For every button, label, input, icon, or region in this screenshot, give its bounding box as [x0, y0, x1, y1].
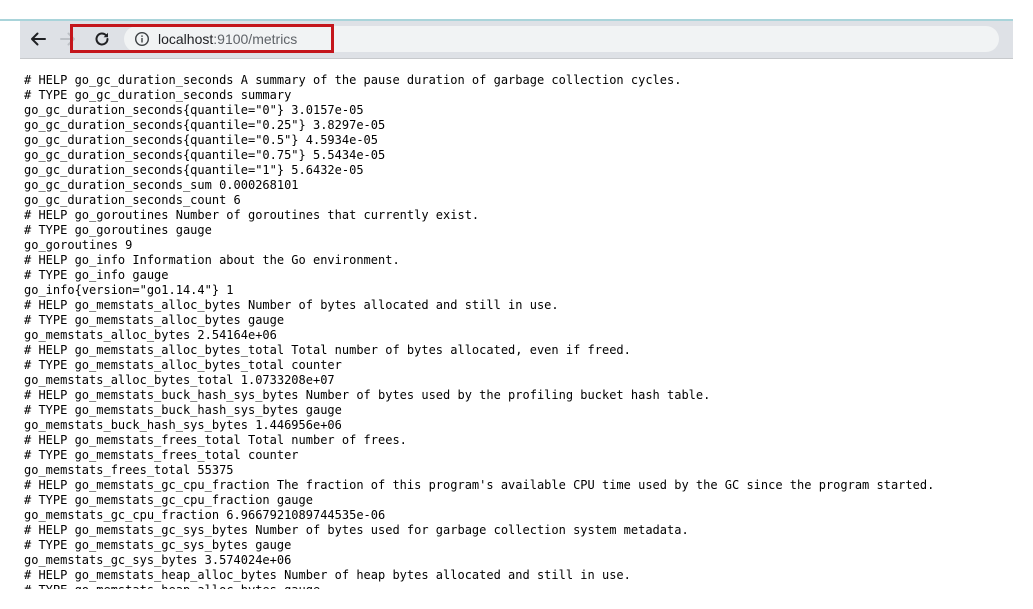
- screenshot-right-margin: [1013, 19, 1033, 609]
- metrics-line: # HELP go_memstats_heap_alloc_bytes Numb…: [24, 568, 631, 582]
- info-icon[interactable]: [134, 31, 150, 47]
- metrics-line: # HELP go_gc_duration_seconds A summary …: [24, 73, 682, 87]
- metrics-line: go_goroutines 9: [24, 238, 133, 252]
- metrics-line: # HELP go_memstats_alloc_bytes_total Tot…: [24, 343, 631, 357]
- metrics-line: go_gc_duration_seconds{quantile="0"} 3.0…: [24, 103, 364, 117]
- url-path: :9100/metrics: [213, 31, 298, 47]
- url-host: localhost: [158, 31, 214, 47]
- forward-arrow-icon: [59, 30, 77, 48]
- metrics-line: # TYPE go_memstats_gc_cpu_fraction gauge: [24, 493, 313, 507]
- metrics-line: # HELP go_memstats_gc_sys_bytes Number o…: [24, 523, 689, 537]
- metrics-line: # HELP go_memstats_buck_hash_sys_bytes N…: [24, 388, 711, 402]
- metrics-line: # HELP go_memstats_gc_cpu_fraction The f…: [24, 478, 935, 492]
- metrics-line: go_memstats_frees_total 55375: [24, 463, 234, 477]
- metrics-line: go_gc_duration_seconds_count 6: [24, 193, 241, 207]
- browser-toolbar: localhost:9100/metrics: [20, 21, 1013, 59]
- address-bar[interactable]: localhost:9100/metrics: [124, 26, 999, 52]
- metrics-line: go_memstats_gc_sys_bytes 3.574024e+06: [24, 553, 292, 567]
- back-button[interactable]: [26, 27, 50, 51]
- metrics-line: go_memstats_buck_hash_sys_bytes 1.446956…: [24, 418, 342, 432]
- metrics-line: # HELP go_goroutines Number of goroutine…: [24, 208, 480, 222]
- metrics-line: # TYPE go_memstats_alloc_bytes gauge: [24, 313, 285, 327]
- metrics-line: # TYPE go_goroutines gauge: [24, 223, 212, 237]
- metrics-text-body: # HELP go_gc_duration_seconds A summary …: [24, 73, 1013, 589]
- metrics-line: go_gc_duration_seconds{quantile="1"} 5.6…: [24, 163, 364, 177]
- metrics-line: # TYPE go_memstats_buck_hash_sys_bytes g…: [24, 403, 342, 417]
- metrics-line: go_gc_duration_seconds{quantile="0.25"} …: [24, 118, 386, 132]
- metrics-line: # TYPE go_memstats_alloc_bytes_total cou…: [24, 358, 342, 372]
- metrics-line: # HELP go_info Information about the Go …: [24, 253, 400, 267]
- metrics-line: # HELP go_memstats_alloc_bytes Number of…: [24, 298, 559, 312]
- metrics-line: # TYPE go_memstats_frees_total counter: [24, 448, 299, 462]
- metrics-line: go_info{version="go1.14.4"} 1: [24, 283, 234, 297]
- metrics-line: go_memstats_alloc_bytes 2.54164e+06: [24, 328, 277, 342]
- reload-icon: [93, 30, 111, 48]
- metrics-line: # TYPE go_memstats_gc_sys_bytes gauge: [24, 538, 292, 552]
- metrics-line: go_gc_duration_seconds_sum 0.000268101: [24, 178, 299, 192]
- metrics-line: go_memstats_gc_cpu_fraction 6.9667921089…: [24, 508, 386, 522]
- url-text[interactable]: localhost:9100/metrics: [158, 31, 297, 47]
- metrics-line: # TYPE go_gc_duration_seconds summary: [24, 88, 292, 102]
- metrics-line: # HELP go_memstats_frees_total Total num…: [24, 433, 407, 447]
- forward-button[interactable]: [56, 27, 80, 51]
- metrics-line: go_gc_duration_seconds{quantile="0.75"} …: [24, 148, 386, 162]
- back-arrow-icon: [29, 30, 47, 48]
- metrics-line: go_memstats_alloc_bytes_total 1.0733208e…: [24, 373, 335, 387]
- metrics-line: go_gc_duration_seconds{quantile="0.5"} 4…: [24, 133, 379, 147]
- metrics-line: # TYPE go_info gauge: [24, 268, 169, 282]
- screenshot-bottom-margin: [0, 589, 1033, 609]
- reload-button[interactable]: [90, 27, 114, 51]
